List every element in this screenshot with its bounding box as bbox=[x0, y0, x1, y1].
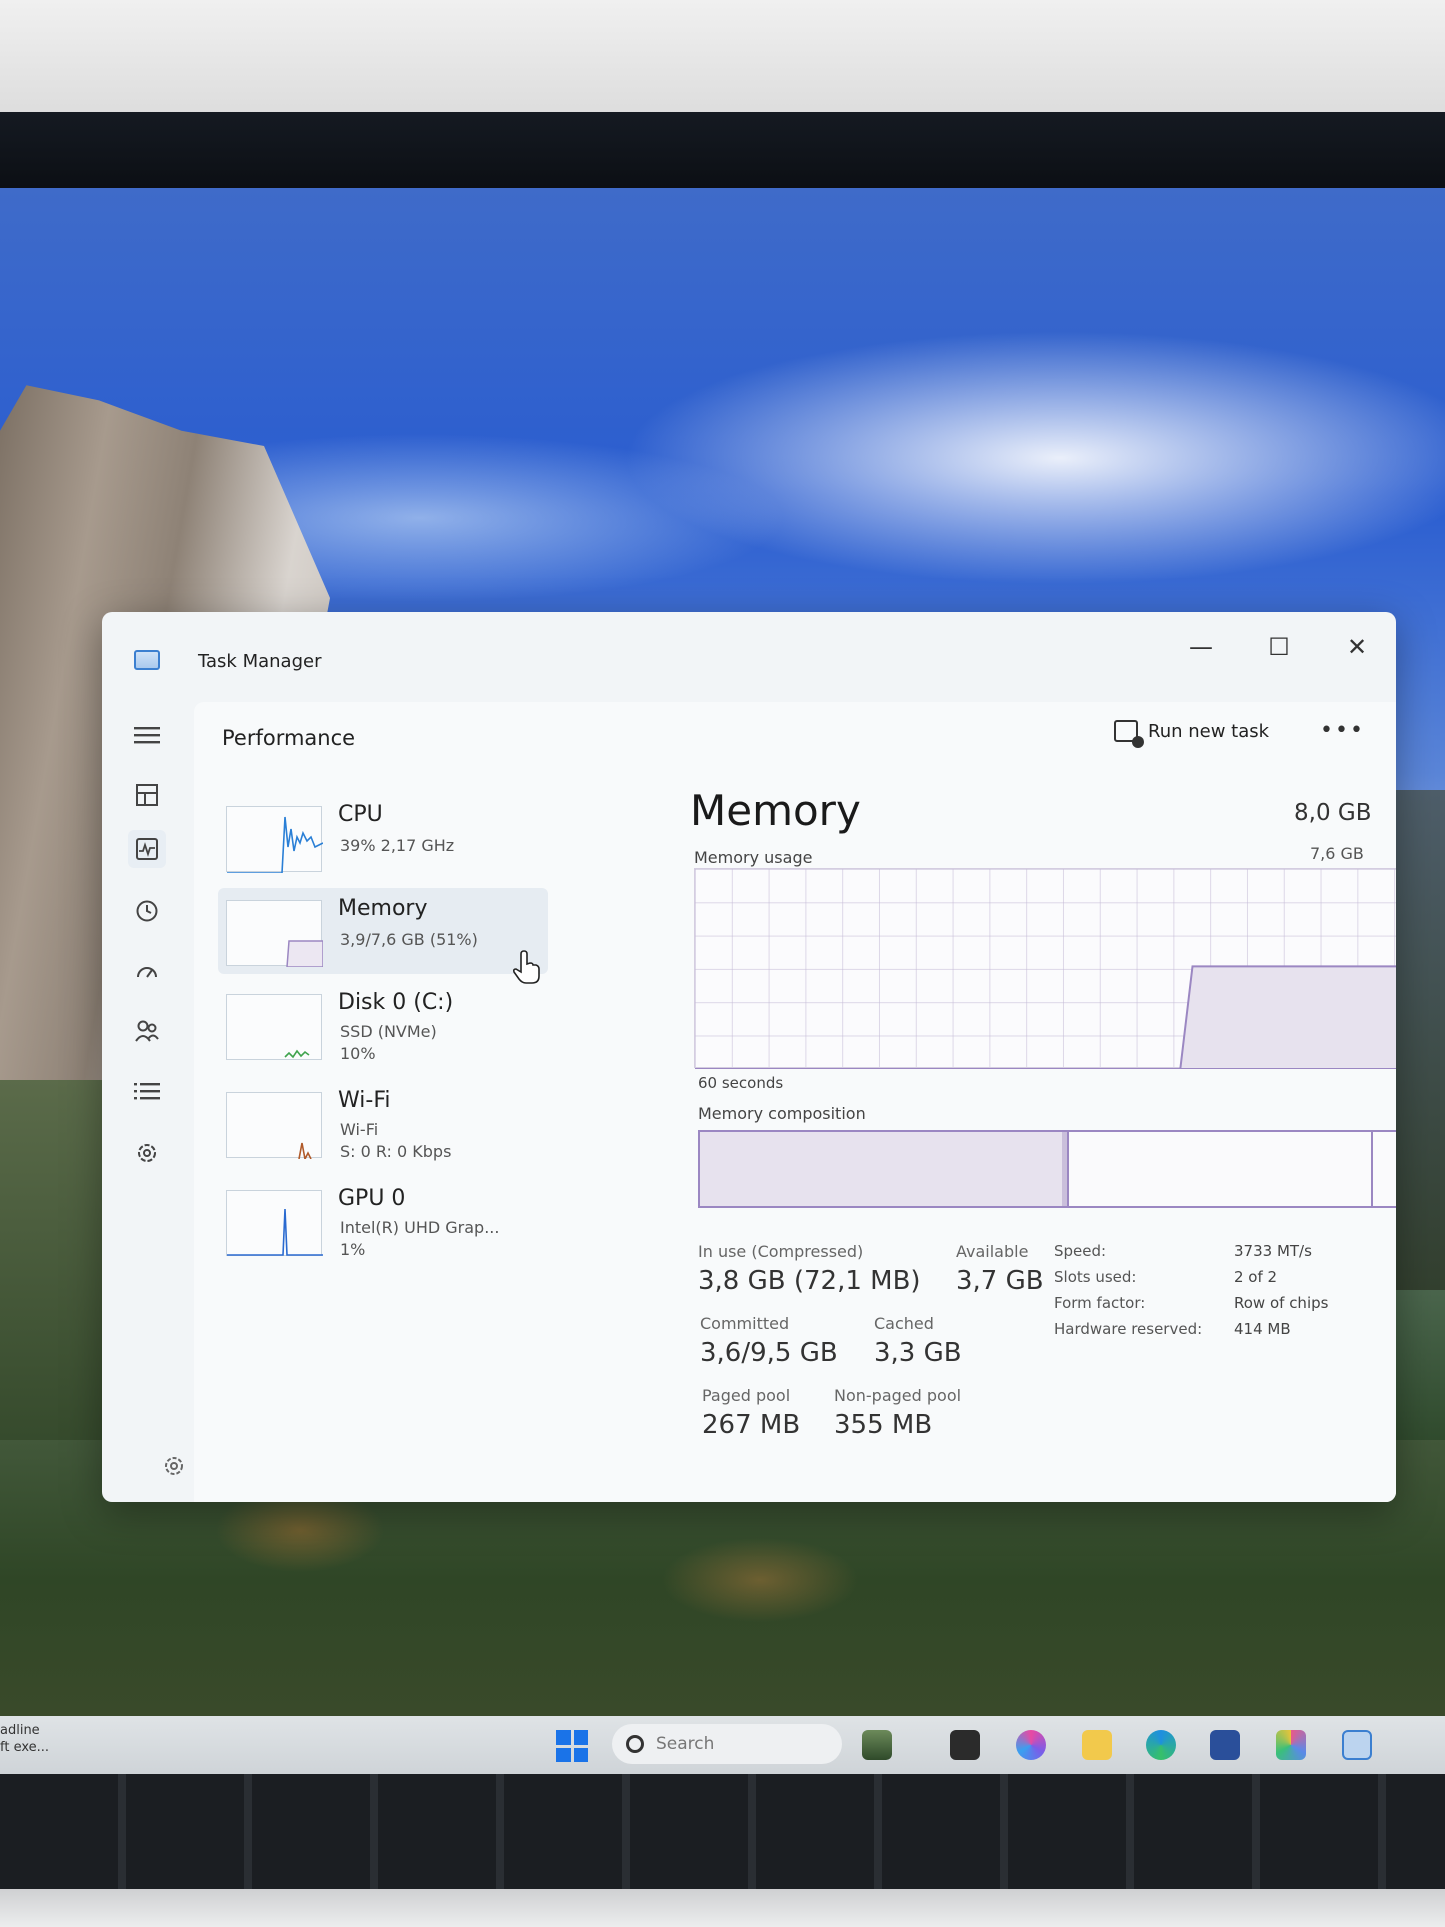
device-type: Intel(R) UHD Grap... bbox=[340, 1218, 500, 1237]
services-icon[interactable] bbox=[128, 1134, 166, 1172]
users-icon[interactable] bbox=[128, 1012, 166, 1050]
spec-form-factor-value: Row of chips bbox=[1234, 1294, 1329, 1312]
gpu-thumbnail-graph bbox=[226, 1190, 323, 1256]
spec-hw-reserved-value: 414 MB bbox=[1234, 1320, 1291, 1338]
task-view-icon[interactable] bbox=[950, 1730, 980, 1760]
hand-cursor-icon bbox=[512, 950, 540, 984]
spec-slots-value: 2 of 2 bbox=[1234, 1268, 1278, 1286]
widgets-icon[interactable] bbox=[862, 1730, 892, 1760]
committed-label: Committed bbox=[700, 1314, 790, 1333]
memory-usage-label: Memory usage bbox=[694, 848, 813, 867]
taskbar-search[interactable]: Search bbox=[612, 1724, 842, 1764]
app-icon[interactable] bbox=[1276, 1730, 1306, 1760]
device-name: Memory bbox=[338, 896, 428, 921]
composition-free bbox=[1373, 1132, 1396, 1206]
title-bar: Task Manager — ☐ ✕ bbox=[102, 612, 1396, 702]
composition-in-use bbox=[700, 1132, 1062, 1206]
memory-usage-max: 7,6 GB bbox=[1310, 844, 1364, 863]
cached-label: Cached bbox=[874, 1314, 934, 1333]
disk-thumbnail-graph bbox=[226, 994, 322, 1060]
laptop-bezel bbox=[0, 112, 1445, 266]
spec-form-factor-label: Form factor: bbox=[1054, 1294, 1146, 1312]
memory-usage-area bbox=[695, 965, 1396, 1069]
edge-icon[interactable] bbox=[1146, 1730, 1176, 1760]
window-title: Task Manager bbox=[198, 651, 322, 672]
device-type: SSD (NVMe) bbox=[340, 1022, 437, 1041]
spec-slots-label: Slots used: bbox=[1054, 1268, 1137, 1286]
available-value: 3,7 GB bbox=[956, 1266, 1044, 1296]
taskbar: adline ft exe... Search bbox=[0, 1716, 1445, 1774]
news-widget[interactable]: adline ft exe... bbox=[0, 1722, 60, 1756]
startup-apps-icon[interactable] bbox=[128, 952, 166, 990]
wall bbox=[0, 0, 1445, 120]
device-stats: 10% bbox=[340, 1044, 376, 1063]
device-memory[interactable]: Memory 3,9/7,6 GB (51%) bbox=[218, 888, 548, 974]
details-icon[interactable] bbox=[128, 1072, 166, 1110]
run-new-task-label: Run new task bbox=[1148, 720, 1270, 742]
search-icon bbox=[626, 1735, 644, 1753]
paged-pool-value: 267 MB bbox=[702, 1410, 801, 1440]
paged-pool-label: Paged pool bbox=[702, 1386, 791, 1405]
in-use-value: 3,8 GB (72,1 MB) bbox=[698, 1266, 921, 1296]
memory-usage-graph bbox=[694, 868, 1396, 1069]
device-stats: 39% 2,17 GHz bbox=[340, 836, 455, 855]
memory-total: 8,0 GB bbox=[1294, 800, 1372, 826]
device-name: GPU 0 bbox=[338, 1186, 406, 1211]
graph-time-span: 60 seconds bbox=[698, 1074, 784, 1092]
composition-standby bbox=[1069, 1132, 1374, 1206]
in-use-label: In use (Compressed) bbox=[698, 1242, 864, 1261]
spec-speed-value: 3733 MT/s bbox=[1234, 1242, 1312, 1260]
device-wifi[interactable]: Wi-Fi Wi-Fi S: 0 R: 0 Kbps bbox=[218, 1080, 548, 1166]
memory-thumbnail-graph bbox=[226, 900, 324, 968]
cached-value: 3,3 GB bbox=[874, 1338, 962, 1368]
device-disk[interactable]: Disk 0 (C:) SSD (NVMe) 10% bbox=[218, 982, 548, 1068]
device-name: Wi-Fi bbox=[338, 1088, 391, 1113]
performance-pane: Performance Run new task ••• CPU 39% 2,1… bbox=[194, 702, 1396, 1502]
close-button[interactable]: ✕ bbox=[1332, 630, 1382, 664]
maximize-button[interactable]: ☐ bbox=[1254, 630, 1304, 664]
spec-speed-label: Speed: bbox=[1054, 1242, 1107, 1260]
laptop-base bbox=[0, 1889, 1445, 1927]
search-placeholder: Search bbox=[656, 1734, 715, 1754]
task-manager-icon bbox=[134, 650, 160, 670]
device-type: Wi-Fi bbox=[340, 1120, 379, 1139]
page-title: Performance bbox=[222, 726, 356, 750]
file-explorer-icon[interactable] bbox=[1082, 1730, 1112, 1760]
cpu-thumbnail-graph bbox=[226, 806, 324, 874]
device-gpu[interactable]: GPU 0 Intel(R) UHD Grap... 1% bbox=[218, 1178, 548, 1264]
memory-composition-bar bbox=[698, 1130, 1396, 1208]
app-history-icon[interactable] bbox=[128, 892, 166, 930]
keyboard bbox=[0, 1774, 1445, 1889]
more-options-button[interactable]: ••• bbox=[1320, 718, 1365, 743]
minimize-button[interactable]: — bbox=[1176, 630, 1226, 664]
device-stats: 3,9/7,6 GB (51%) bbox=[340, 930, 478, 949]
non-paged-pool-label: Non-paged pool bbox=[834, 1386, 962, 1405]
device-name: CPU bbox=[338, 802, 383, 827]
detail-title: Memory bbox=[690, 786, 861, 835]
start-button[interactable] bbox=[556, 1730, 588, 1762]
task-manager-taskbar-icon[interactable] bbox=[1342, 1730, 1372, 1760]
composition-modified bbox=[1062, 1132, 1070, 1206]
available-label: Available bbox=[956, 1242, 1029, 1261]
device-name: Disk 0 (C:) bbox=[338, 990, 454, 1015]
run-new-task-button[interactable]: Run new task bbox=[1114, 720, 1270, 748]
memory-composition-label: Memory composition bbox=[698, 1104, 866, 1123]
hamburger-menu-icon[interactable] bbox=[128, 716, 166, 754]
task-manager-window: Task Manager — ☐ ✕ Performance Run new t… bbox=[102, 612, 1396, 1502]
store-icon[interactable] bbox=[1210, 1730, 1240, 1760]
device-stats: 1% bbox=[340, 1240, 366, 1259]
processes-icon[interactable] bbox=[128, 776, 166, 814]
spec-hw-reserved-label: Hardware reserved: bbox=[1054, 1320, 1203, 1338]
copilot-icon[interactable] bbox=[1016, 1730, 1046, 1760]
performance-icon[interactable] bbox=[128, 830, 166, 868]
nav-rail bbox=[102, 702, 194, 1502]
device-stats: S: 0 R: 0 Kbps bbox=[340, 1142, 452, 1161]
run-new-task-icon bbox=[1114, 720, 1144, 748]
committed-value: 3,6/9,5 GB bbox=[700, 1338, 838, 1368]
settings-gear-icon[interactable] bbox=[162, 1454, 186, 1478]
device-cpu[interactable]: CPU 39% 2,17 GHz bbox=[218, 794, 548, 880]
wifi-thumbnail-graph bbox=[226, 1092, 322, 1162]
non-paged-pool-value: 355 MB bbox=[834, 1410, 933, 1440]
